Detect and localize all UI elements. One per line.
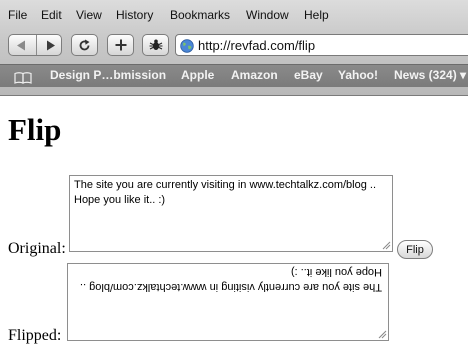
original-label: Original: — [8, 240, 66, 257]
forward-arrow-icon[interactable] — [43, 40, 56, 51]
bookmark-item[interactable]: Design P…bmission — [50, 68, 166, 82]
flipped-label: Flipped: — [8, 327, 62, 344]
bookmark-item[interactable]: eBay — [294, 68, 323, 82]
bookmark-item[interactable]: Yahoo! — [338, 68, 378, 82]
back-forward-control — [8, 34, 62, 56]
page-title: Flip — [8, 112, 62, 147]
menu-view[interactable]: View — [76, 8, 102, 22]
flipped-text: The site you are currently visiting in w… — [76, 266, 382, 293]
menu-file[interactable]: File — [8, 8, 27, 22]
menu-bookmarks[interactable]: Bookmarks — [170, 8, 230, 22]
menu-history[interactable]: History — [116, 8, 153, 22]
flipped-textarea[interactable]: The site you are currently visiting in w… — [67, 263, 389, 341]
bookmark-item[interactable]: News (324) ▾ — [394, 68, 466, 82]
flip-button[interactable]: Flip — [397, 240, 433, 259]
resize-grip-icon[interactable] — [382, 241, 391, 250]
url-text: http://revfad.com/flip — [198, 38, 316, 53]
back-arrow-icon[interactable] — [16, 40, 29, 51]
menu-help[interactable]: Help — [304, 8, 329, 22]
menu-bar: File Edit View History Bookmarks Window … — [0, 8, 468, 26]
resize-grip-icon[interactable] — [378, 330, 387, 339]
debug-button[interactable] — [142, 34, 169, 56]
book-icon[interactable] — [14, 69, 32, 88]
reload-button[interactable] — [71, 34, 98, 56]
bookmark-item[interactable]: Apple — [181, 68, 214, 82]
add-bookmark-button[interactable] — [107, 34, 134, 56]
toolbar: http://revfad.com/flip — [0, 32, 468, 60]
plus-icon — [115, 39, 127, 51]
bookmarks-bar: Design P…bmission Apple Amazon eBay Yaho… — [0, 64, 468, 87]
reload-icon — [78, 39, 91, 52]
bug-icon — [149, 38, 163, 52]
menu-window[interactable]: Window — [246, 8, 289, 22]
original-text: The site you are currently visiting in w… — [74, 179, 380, 206]
original-textarea[interactable]: The site you are currently visiting in w… — [69, 175, 393, 252]
bookmark-item[interactable]: Amazon — [231, 68, 278, 82]
menu-edit[interactable]: Edit — [41, 8, 62, 22]
browser-chrome: File Edit View History Bookmarks Window … — [0, 0, 468, 96]
globe-icon — [180, 38, 194, 57]
address-bar[interactable]: http://revfad.com/flip — [175, 34, 468, 56]
